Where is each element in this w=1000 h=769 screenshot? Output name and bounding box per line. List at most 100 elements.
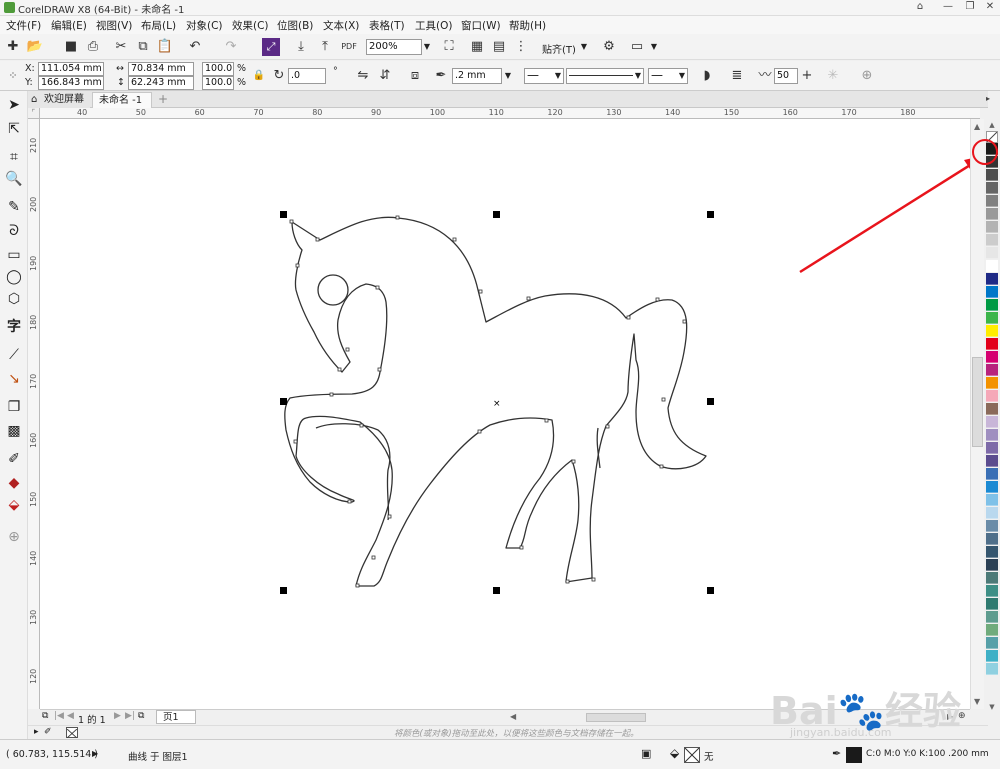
palette-swatch[interactable]	[986, 546, 998, 558]
close-curve-icon[interactable]: ◗	[698, 67, 716, 85]
menu-object[interactable]: 对象(C)	[186, 18, 223, 33]
palette-swatch[interactable]	[986, 273, 998, 285]
palette-swatch[interactable]	[986, 195, 998, 207]
menu-text[interactable]: 文本(X)	[323, 18, 359, 33]
palette-swatch[interactable]	[986, 390, 998, 402]
palette-swatch[interactable]	[986, 208, 998, 220]
open-icon[interactable]: 📂	[26, 38, 44, 56]
import-icon[interactable]: ⤓	[292, 38, 310, 56]
outline-color-swatch[interactable]	[846, 747, 862, 763]
rectangle-tool-icon[interactable]: ▭	[3, 244, 25, 266]
palette-swatch[interactable]	[986, 325, 998, 337]
line-style-dropdown-icon[interactable]: ▼	[632, 68, 644, 84]
polygon-tool-icon[interactable]: ⬡	[3, 288, 25, 310]
transparency-tool-icon[interactable]: ▩	[3, 420, 25, 442]
palette-swatch[interactable]	[986, 364, 998, 376]
document-palette-arrow-icon[interactable]: ▸	[34, 727, 39, 737]
restore-button[interactable]: ❐	[960, 0, 980, 14]
first-page-icon[interactable]: |◀	[54, 711, 64, 721]
palette-swatch[interactable]	[986, 338, 998, 350]
horizontal-scroll-thumb[interactable]	[586, 713, 646, 722]
last-page-icon[interactable]: ▶|	[125, 711, 135, 721]
vertical-scroll-thumb[interactable]	[972, 357, 983, 447]
scale-x-field[interactable]: 100.0	[202, 62, 234, 76]
zoom-dropdown-icon[interactable]: ▼	[421, 39, 433, 55]
search-content-icon[interactable]: ⤢	[262, 38, 280, 56]
palette-swatch[interactable]	[986, 351, 998, 363]
palette-swatch[interactable]	[986, 286, 998, 298]
ruler-origin-icon[interactable]: ⌜	[28, 108, 40, 119]
palette-swatch[interactable]	[986, 260, 998, 272]
palette-swatch[interactable]	[986, 650, 998, 662]
palette-scroll-down-icon[interactable]: ▼	[986, 703, 998, 711]
palette-swatch[interactable]	[986, 624, 998, 636]
palette-swatch[interactable]	[986, 429, 998, 441]
palette-swatch[interactable]	[986, 169, 998, 181]
palette-swatch[interactable]	[986, 247, 998, 259]
palette-swatch[interactable]	[986, 494, 998, 506]
menu-table[interactable]: 表格(T)	[369, 18, 405, 33]
smoothing-slider-icon[interactable]: +	[798, 67, 816, 85]
quick-customize-icon[interactable]: ✳	[824, 67, 842, 85]
minimize-button[interactable]: —	[938, 0, 958, 14]
eyedropper-small-icon[interactable]: ✐	[44, 727, 52, 737]
connector-tool-icon[interactable]: ↘	[3, 368, 25, 390]
menu-view[interactable]: 视图(V)	[96, 18, 132, 33]
undo-icon[interactable]: ↶	[186, 38, 204, 56]
vertical-ruler[interactable]: 210200190180170160150140130120110	[28, 119, 40, 709]
palette-swatch[interactable]	[986, 221, 998, 233]
palette-swatch[interactable]	[986, 663, 998, 675]
mirror-horizontal-icon[interactable]: ⇋	[354, 67, 372, 85]
horizontal-ruler[interactable]: 40 50 60 70 80 90 100 110 120 130 140 150 160 170 180	[40, 108, 980, 119]
width-field[interactable]: 70.834 mm	[128, 62, 194, 76]
tab-document[interactable]: 未命名 -1	[92, 92, 152, 108]
print-icon[interactable]: ⎙	[84, 38, 102, 56]
fill-none-swatch[interactable]	[684, 747, 700, 763]
palette-swatch[interactable]	[986, 572, 998, 584]
text-wrap-icon[interactable]: ≣	[728, 67, 746, 85]
account-icon[interactable]: ⌂	[910, 0, 930, 14]
combine-icon[interactable]: ⧈	[406, 67, 424, 85]
end-arrow-dropdown-icon[interactable]: ▼	[676, 68, 688, 84]
status-arrow-icon[interactable]: ▶	[92, 749, 98, 758]
page-tab-1[interactable]: 页1	[156, 710, 196, 724]
hscroll-left-icon[interactable]: ◀	[510, 712, 516, 721]
drawing-canvas[interactable]: ×	[40, 119, 970, 709]
start-arrow-dropdown-icon[interactable]: ▼	[552, 68, 564, 84]
palette-swatch[interactable]	[986, 416, 998, 428]
snap-to-menu[interactable]: 贴齐(T)	[542, 41, 576, 56]
palette-swatch[interactable]	[986, 455, 998, 467]
rotation-field[interactable]: .0	[288, 68, 326, 84]
add-icon[interactable]: ⊕	[858, 67, 876, 85]
scale-y-field[interactable]: 100.0	[202, 76, 234, 90]
drop-shadow-tool-icon[interactable]: ❐	[3, 396, 25, 418]
options-gear-icon[interactable]: ⚙	[600, 38, 618, 56]
palette-swatch[interactable]	[986, 468, 998, 480]
palette-swatch[interactable]	[986, 442, 998, 454]
palette-swatch[interactable]	[986, 481, 998, 493]
y-position-field[interactable]: 166.843 mm	[38, 76, 104, 90]
paste-icon[interactable]: 📋	[156, 38, 174, 56]
outline-width-field[interactable]: .2 mm	[452, 68, 502, 84]
smart-fill-tool-icon[interactable]: ⬙	[3, 494, 25, 516]
mirror-vertical-icon[interactable]: ⇵	[376, 67, 394, 85]
x-position-field[interactable]: 111.054 mm	[38, 62, 104, 76]
no-color-small-swatch[interactable]	[66, 727, 78, 739]
publish-pdf-icon[interactable]: PDF	[340, 38, 358, 56]
cut-icon[interactable]: ✂	[112, 38, 130, 56]
lock-ratio-icon[interactable]: 🔒	[250, 67, 268, 85]
palette-swatch[interactable]	[986, 299, 998, 311]
color-proof-icon[interactable]: ▣	[641, 747, 651, 760]
copy-icon[interactable]: ⧉	[134, 38, 152, 56]
palette-swatch[interactable]	[986, 507, 998, 519]
palette-swatch[interactable]	[986, 598, 998, 610]
menu-bitmaps[interactable]: 位图(B)	[277, 18, 313, 33]
full-screen-icon[interactable]: ⛶	[440, 38, 458, 56]
add-page-icon[interactable]: ⧉	[138, 711, 144, 721]
launcher-dropdown-icon[interactable]: ▼	[648, 39, 660, 55]
vertical-scrollbar[interactable]: ▲ ▼	[970, 119, 984, 709]
freehand-tool-icon[interactable]: ✎	[3, 196, 25, 218]
save-icon[interactable]: ■	[62, 38, 80, 56]
page-options-icon[interactable]: ⧉	[42, 711, 48, 721]
close-button[interactable]: ✕	[980, 0, 1000, 14]
